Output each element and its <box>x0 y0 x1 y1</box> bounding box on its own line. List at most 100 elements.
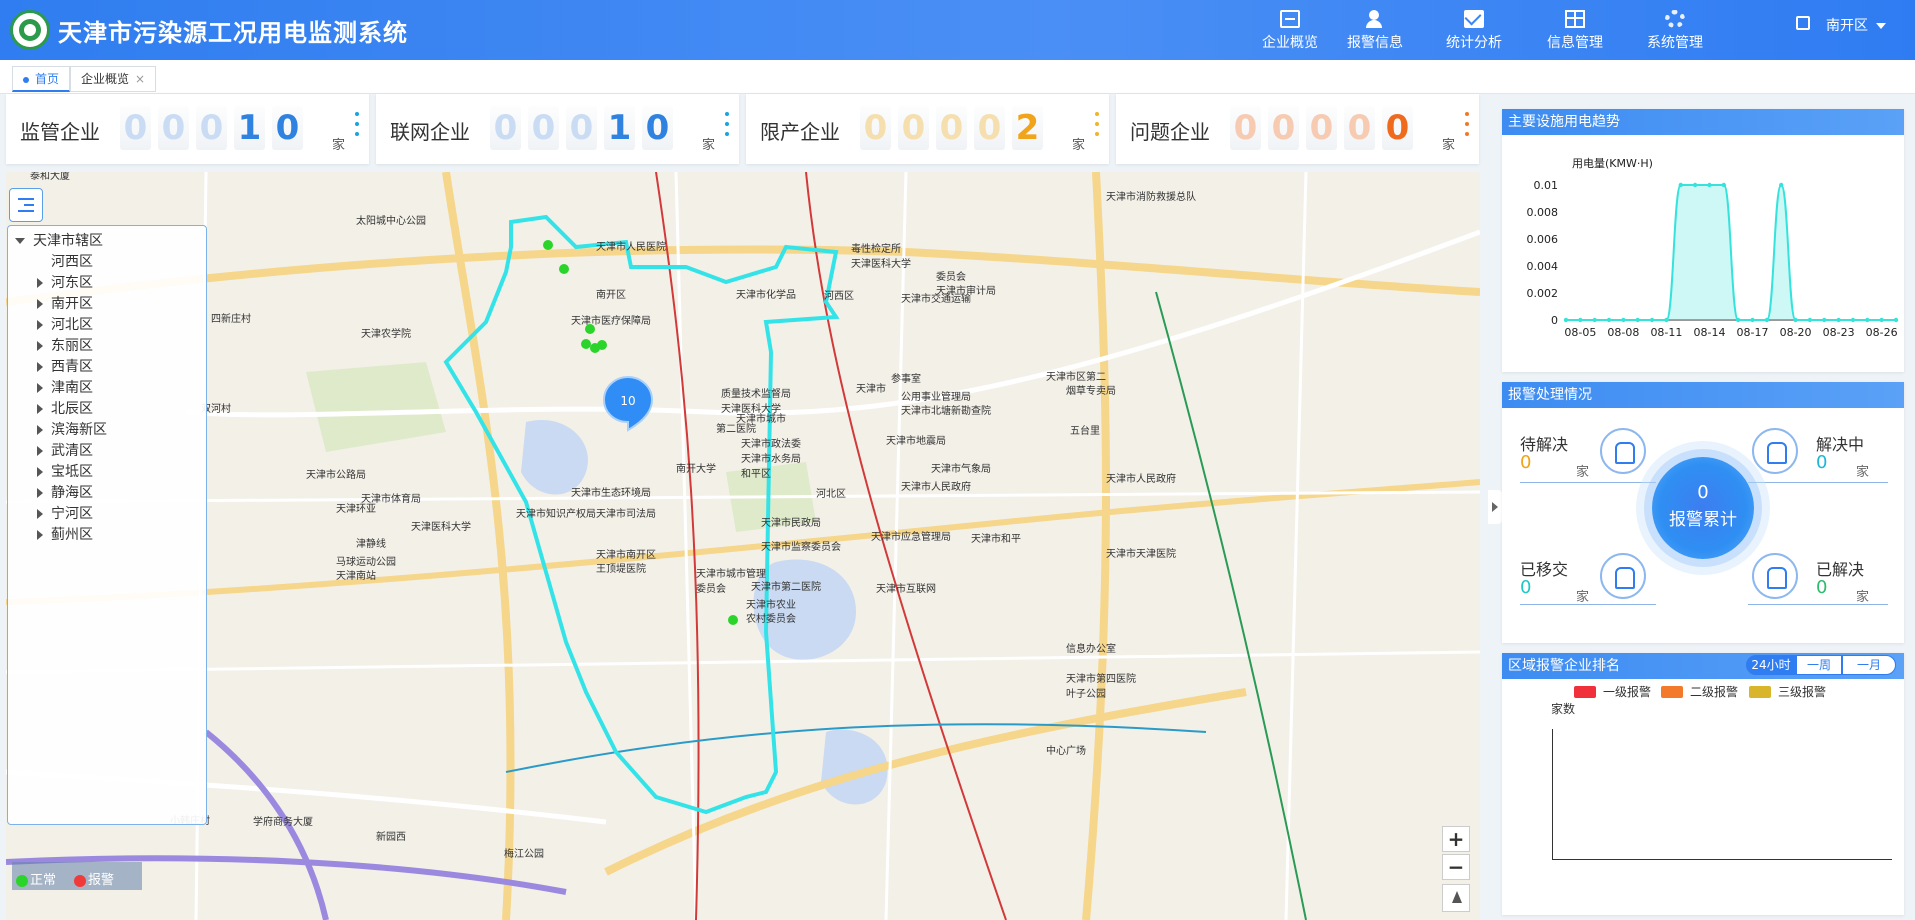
map-place-label: 五台里 <box>1070 424 1100 437</box>
tree-item[interactable]: 东丽区 <box>37 335 93 355</box>
enterprise-marker-normal[interactable] <box>559 264 569 274</box>
zoom-out-button[interactable]: − <box>1442 854 1470 880</box>
map-place-label: 天津市南开区 <box>596 548 656 561</box>
map-place-label: 梅江公园 <box>504 847 544 860</box>
tab-24h[interactable]: 24小时 <box>1746 655 1796 675</box>
stat-digit: 0 <box>272 106 303 150</box>
tree-item[interactable]: 滨海新区 <box>37 419 107 439</box>
tab-enterprise-overview[interactable]: 企业概览 × <box>70 66 157 92</box>
stat-card-problem: 问题企业 0 0 0 0 0 家 <box>1116 94 1479 164</box>
legend-level3-label: 三级报警 <box>1778 685 1827 699</box>
map-canvas[interactable]: 10 天津市人民医院南开区天津市医疗保障局南开大学天津市生态环境局天津市知识产权… <box>6 172 1480 920</box>
more-dots-icon <box>1095 112 1099 144</box>
expand-down-icon[interactable] <box>15 238 25 244</box>
expand-right-icon[interactable] <box>37 509 43 519</box>
tree-item[interactable]: 南开区 <box>37 293 93 313</box>
fullscreen-icon[interactable] <box>1796 16 1810 30</box>
tab-month[interactable]: 一月 <box>1842 655 1896 675</box>
map-place-label: 公用事业管理局 <box>901 390 971 403</box>
tree-item[interactable]: 宁河区 <box>37 503 93 523</box>
compass-icon[interactable] <box>1442 884 1470 912</box>
tree-root-label: 天津市辖区 <box>33 233 103 249</box>
map-place-label: 天津市天津医院 <box>1106 547 1176 560</box>
tree-item[interactable]: 西青区 <box>37 356 93 376</box>
stat-digit: 0 <box>1306 106 1337 150</box>
expand-right-icon[interactable] <box>37 446 43 456</box>
tree-item-label: 宁河区 <box>51 506 93 522</box>
district-select[interactable]: 南开区 <box>1826 15 1886 35</box>
enterprise-marker-normal[interactable] <box>597 340 607 350</box>
active-dot-icon <box>23 76 29 83</box>
alarm-total-ring[interactable]: 0 报警累计 <box>1652 457 1754 559</box>
tree-item[interactable]: 河北区 <box>37 314 93 334</box>
tree-item[interactable]: 北辰区 <box>37 398 93 418</box>
expand-right-icon[interactable] <box>37 278 43 288</box>
tree-item[interactable]: 宝坻区 <box>37 461 93 481</box>
nav-item-statistics[interactable]: 统计分析 <box>1424 0 1524 60</box>
tree-item-hexi[interactable]: 河西区 <box>51 251 93 271</box>
tree-item[interactable]: 津南区 <box>37 377 93 397</box>
trend-point <box>1606 317 1612 323</box>
expand-right-icon[interactable] <box>37 362 43 372</box>
tree-item[interactable]: 蓟州区 <box>37 524 93 544</box>
map-place-label: 叶子公园 <box>1066 688 1106 700</box>
tree-item[interactable]: 武清区 <box>37 440 93 460</box>
divider <box>1748 604 1888 605</box>
enterprise-marker-normal[interactable] <box>581 339 591 349</box>
trend-y-tick: 0.004 <box>1527 260 1559 273</box>
map-place-label: 天津市 <box>856 382 886 395</box>
expand-right-icon[interactable] <box>37 404 43 414</box>
nav-label: 报警信息 <box>1347 35 1403 51</box>
tree-root[interactable]: 天津市辖区 <box>15 230 103 250</box>
tab-home[interactable]: 首页 <box>12 66 71 92</box>
expand-right-icon[interactable] <box>37 425 43 435</box>
resolved-check-icon[interactable] <box>1752 553 1798 599</box>
transferred-value: 0 <box>1520 577 1532 598</box>
map-place-label: 毒性检定所 <box>851 242 901 255</box>
map-place-label: 天津医科大学 <box>721 402 781 415</box>
expand-right-icon[interactable] <box>37 488 43 498</box>
nav-item-alarm-info[interactable]: 报警信息 <box>1325 0 1425 60</box>
stat-digit: 0 <box>1382 106 1413 150</box>
nav-item-system-manage[interactable]: 系统管理 <box>1625 0 1725 60</box>
page-title: 天津市污染源工况用电监测系统 <box>58 19 408 47</box>
table-icon <box>1565 10 1585 28</box>
expand-right-icon[interactable] <box>37 383 43 393</box>
panel-collapse-button[interactable] <box>1488 490 1502 524</box>
nav-label: 信息管理 <box>1547 35 1603 51</box>
resolved-value: 0 <box>1816 577 1828 598</box>
processing-bell-icon[interactable] <box>1752 428 1798 474</box>
processing-value: 0 <box>1816 452 1828 473</box>
expand-right-icon[interactable] <box>37 299 43 309</box>
expand-right-icon[interactable] <box>37 320 43 330</box>
enterprise-marker-normal[interactable] <box>728 615 738 625</box>
close-icon[interactable]: × <box>135 72 145 86</box>
stat-digit: 0 <box>1344 106 1375 150</box>
enterprise-marker-normal[interactable] <box>543 240 553 250</box>
tree-item[interactable]: 河东区 <box>37 272 93 292</box>
map-place-label: 马球运动公园 <box>336 555 396 568</box>
map-place-label: 泰和大厦 <box>30 172 70 182</box>
nav-item-info-manage[interactable]: 信息管理 <box>1525 0 1625 60</box>
tree-toggle-button[interactable] <box>9 188 43 222</box>
map-legend: 正常 报警 <box>12 862 142 890</box>
map-place-label: 委员会 <box>936 270 966 283</box>
pending-bell-icon[interactable] <box>1600 428 1646 474</box>
trend-point <box>1850 317 1856 323</box>
legend-normal-label: 正常 <box>30 873 57 888</box>
stat-digit: 0 <box>158 106 189 150</box>
map-place-label: 天津市互联网 <box>876 582 936 595</box>
map-view[interactable]: 10 天津市人民医院 南开区 天津市医疗保障局 南开大学 天津市生态环境局 天津市知识产权… <box>6 172 1480 920</box>
tree-item[interactable]: 静海区 <box>37 482 93 502</box>
map-place-label: 南开大学 <box>676 462 716 475</box>
map-place-label: 天津市知识产权局 <box>516 507 596 520</box>
map-place-label: 天津市政法委 <box>741 437 801 450</box>
expand-right-icon[interactable] <box>37 467 43 477</box>
tab-week[interactable]: 一周 <box>1796 655 1842 675</box>
transfer-doc-icon[interactable] <box>1600 553 1646 599</box>
alarm-total-label: 报警累计 <box>1669 510 1737 530</box>
expand-right-icon[interactable] <box>37 341 43 351</box>
zoom-in-button[interactable]: + <box>1442 826 1470 852</box>
expand-right-icon[interactable] <box>37 530 43 540</box>
trend-x-tick: 08-20 <box>1780 326 1812 339</box>
